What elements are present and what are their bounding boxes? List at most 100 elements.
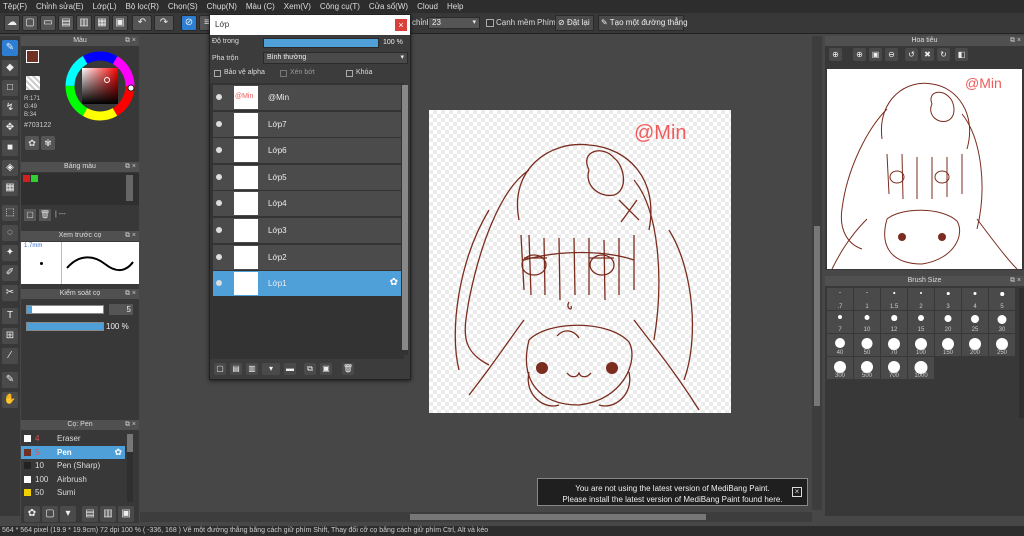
layer-row[interactable]: Lớp1 ✿: [213, 271, 401, 298]
layer-row[interactable]: @Min @Min: [213, 85, 401, 111]
protect-alpha-checkbox[interactable]: [214, 70, 221, 77]
bucket-icon[interactable]: ◈: [2, 160, 18, 176]
menu-item[interactable]: Màu (C): [246, 2, 275, 11]
brush-size-scrollbar[interactable]: [1019, 288, 1024, 418]
visibility-icon[interactable]: [216, 227, 222, 233]
brush-list-item[interactable]: 4 Eraser: [21, 432, 125, 445]
canvas-horizontal-scrollbar[interactable]: [140, 512, 812, 522]
brush-size-cell[interactable]: 20: [935, 311, 961, 333]
window-icon[interactable]: ▣: [112, 15, 128, 31]
brush-size-cell[interactable]: 15: [908, 311, 934, 333]
layer-row[interactable]: Lớp5: [213, 164, 401, 191]
chat-icon[interactable]: ▥: [76, 15, 92, 31]
close-icon[interactable]: ×: [792, 487, 802, 497]
gear-icon[interactable]: ✿: [114, 446, 122, 459]
duplicate-layer-icon[interactable]: ⧉: [304, 363, 316, 375]
visibility-icon[interactable]: [216, 173, 222, 180]
menu-item[interactable]: Xem(V): [284, 2, 311, 11]
visibility-icon[interactable]: [216, 253, 222, 260]
brush-size-cell[interactable]: 70: [881, 334, 907, 356]
brush-copy-icon[interactable]: ▣: [118, 506, 134, 522]
eyedropper-icon[interactable]: ⁄: [2, 348, 18, 364]
visibility-icon[interactable]: [216, 280, 222, 287]
magic-wand-icon[interactable]: ✦: [2, 245, 18, 261]
dot-tool-icon[interactable]: □: [2, 80, 18, 96]
brush-size-cell[interactable]: 150: [935, 334, 961, 356]
panel-corner-icon[interactable]: ⧉ ×: [125, 289, 136, 299]
brush-size-cell[interactable]: 4: [962, 288, 988, 310]
menu-item[interactable]: Chỉnh sửa(E): [36, 2, 84, 11]
layer-row[interactable]: Lớp6: [213, 138, 401, 165]
brush-size-cell[interactable]: 1000: [908, 357, 934, 379]
brush-list-scrollbar[interactable]: [127, 434, 133, 502]
brush-size-cell[interactable]: 12: [881, 311, 907, 333]
brush-list-item[interactable]: 10 Pen (Sharp): [21, 459, 125, 472]
panel-divide-icon[interactable]: ⊞: [2, 328, 18, 344]
eraser-tool-icon[interactable]: ◆: [2, 60, 18, 76]
brush-size-cell[interactable]: 30: [989, 311, 1015, 333]
delete-swatch-icon[interactable]: 🗑: [39, 209, 51, 221]
comment-icon[interactable]: ▤: [58, 15, 74, 31]
layer-row[interactable]: Lớp3: [213, 218, 401, 244]
swatch-red[interactable]: [23, 175, 30, 182]
select-rect-icon[interactable]: ⬚: [2, 205, 18, 221]
brush-tool-icon[interactable]: ✎: [2, 40, 18, 56]
brush-size-cell[interactable]: 40: [827, 334, 853, 356]
open-file-icon[interactable]: ▭: [40, 15, 56, 31]
brush-size-cell[interactable]: 2: [908, 288, 934, 310]
lasso-icon[interactable]: ◌: [2, 225, 18, 241]
menu-item[interactable]: Chụp(N): [207, 2, 237, 11]
new-file-icon[interactable]: ▢: [22, 15, 38, 31]
brush-opacity-slider[interactable]: [26, 322, 104, 331]
menu-item[interactable]: Tệp(F): [3, 2, 27, 11]
menu-item[interactable]: Help: [447, 2, 463, 11]
menu-item[interactable]: Chọn(S): [168, 2, 198, 11]
brush-list-item[interactable]: 5 Pen ✿: [21, 445, 125, 459]
new-halftone-layer-icon[interactable]: ▤: [230, 363, 242, 375]
panel-corner-icon[interactable]: ⧉ ×: [125, 36, 136, 46]
make-straight-line-button[interactable]: ✎ Tạo một đường thẳng: [598, 15, 688, 31]
edit-pen-icon[interactable]: ✎: [2, 372, 18, 388]
flip-icon[interactable]: ◧: [955, 48, 968, 61]
visibility-icon[interactable]: [216, 94, 222, 100]
lock-checkbox[interactable]: [346, 70, 353, 77]
blend-mode-select[interactable]: Bình thường ▾: [263, 52, 408, 64]
visibility-icon[interactable]: [216, 120, 222, 127]
transparent-swatch[interactable]: [26, 76, 40, 90]
panel-corner-icon[interactable]: ⧉ ×: [125, 420, 136, 430]
gradient-icon[interactable]: ▦: [2, 180, 18, 196]
layer-opacity-slider[interactable]: [263, 38, 379, 48]
menu-item[interactable]: Công cụ(T): [320, 2, 360, 11]
zoom-out-icon[interactable]: ⊖: [885, 48, 898, 61]
panel-corner-icon[interactable]: ⧉ ×: [1010, 36, 1021, 46]
panel-corner-icon[interactable]: ⧉ ×: [1010, 276, 1021, 286]
fill-rect-icon[interactable]: ■: [2, 140, 18, 156]
layer-row[interactable]: Lớp2: [213, 244, 401, 271]
menu-item[interactable]: Lớp(L): [93, 2, 117, 11]
color-history-icon[interactable]: ✾: [41, 136, 55, 150]
layer-window-titlebar[interactable]: Lớp ×: [210, 15, 410, 35]
brush-size-cell[interactable]: 200: [962, 334, 988, 356]
brush-size-cell[interactable]: 50: [854, 334, 880, 356]
color-wheel[interactable]: [63, 48, 137, 124]
undo-icon[interactable]: ↶: [132, 15, 152, 31]
add-swatch-icon[interactable]: ▢: [24, 209, 36, 221]
brush-size-cell[interactable]: 250: [989, 334, 1015, 356]
menu-item[interactable]: Cửa sổ(W): [369, 2, 408, 11]
layer-scroll-thumb[interactable]: [402, 85, 408, 350]
brush-size-cell[interactable]: 1: [854, 288, 880, 310]
brush-list-item[interactable]: 100 Airbrush: [21, 473, 125, 486]
brush-list-scroll-thumb[interactable]: [127, 434, 133, 452]
visibility-icon[interactable]: [216, 147, 222, 154]
vertical-scroll-thumb[interactable]: [814, 226, 820, 406]
select-tool-icon[interactable]: ↯: [2, 100, 18, 116]
rotate-reset-icon[interactable]: ✖: [921, 48, 934, 61]
brush-size-value[interactable]: 5: [109, 304, 133, 315]
brush-size-cell[interactable]: 700: [881, 357, 907, 379]
brush-list-item[interactable]: 50 Sumi: [21, 486, 125, 499]
navigator-preview[interactable]: @Min: [827, 69, 1022, 269]
brush-size-cell[interactable]: 7: [827, 311, 853, 333]
swatch-green[interactable]: [31, 175, 38, 182]
close-icon[interactable]: ×: [395, 19, 407, 31]
brush-folder-icon[interactable]: ▤: [82, 506, 98, 522]
